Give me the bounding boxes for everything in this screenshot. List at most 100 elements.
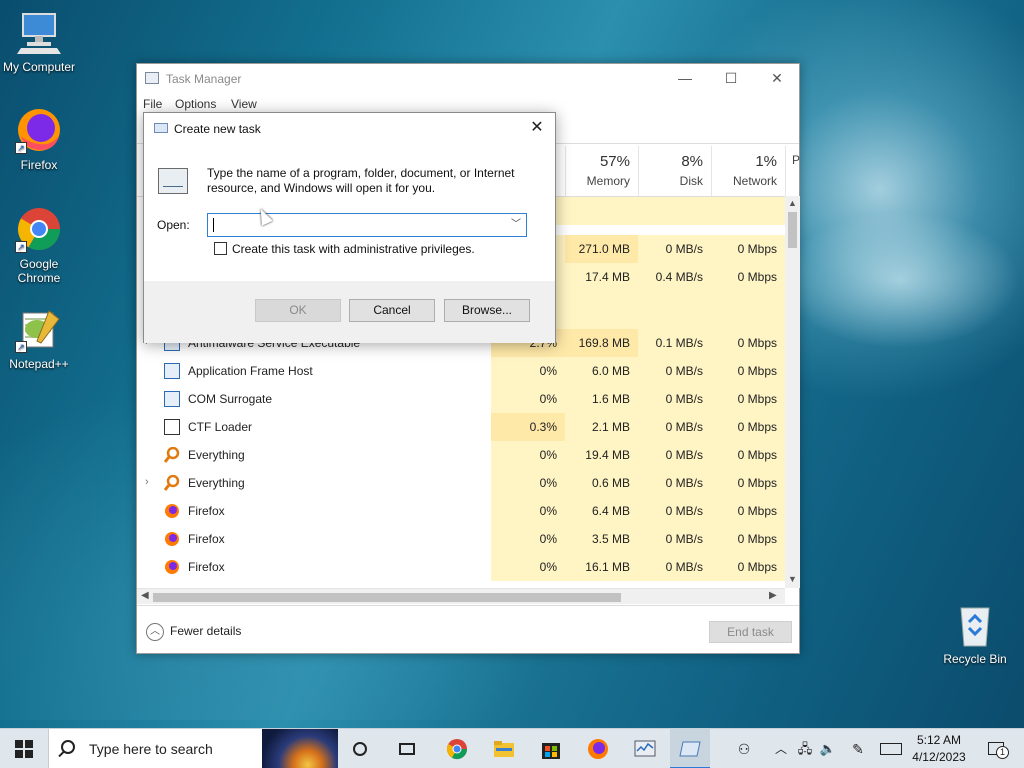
desktop-icon-label: Notepad++ xyxy=(9,357,69,371)
column-header-network[interactable]: 1% Network xyxy=(711,146,785,196)
table-row[interactable]: Firefox 0% 3.5 MB 0 MB/s 0 Mbps xyxy=(137,525,785,553)
cell-network: 0 Mbps xyxy=(711,263,785,291)
network-label: Network xyxy=(732,174,777,188)
menu-options[interactable]: Options xyxy=(175,97,216,111)
close-button[interactable]: ✕ xyxy=(754,64,800,94)
taskbar-firefox[interactable] xyxy=(578,729,618,768)
ok-button[interactable]: OK xyxy=(255,299,341,322)
browse-button[interactable]: Browse... xyxy=(444,299,530,322)
dialog-titlebar[interactable]: Create new task ✕ xyxy=(144,113,555,145)
desktop-icon-chrome[interactable]: ↗ Google Chrome xyxy=(0,205,78,285)
horizontal-scrollbar[interactable]: ◀ ▶ xyxy=(137,588,785,604)
menu-view[interactable]: View xyxy=(231,97,257,111)
cell-network: 0 Mbps xyxy=(711,357,785,385)
clock[interactable]: 5:12 AM 4/12/2023 xyxy=(908,732,970,766)
cell-memory: 19.4 MB xyxy=(565,441,638,469)
scroll-left-icon[interactable]: ◀ xyxy=(141,590,149,601)
column-header-memory[interactable]: 57% Memory xyxy=(565,146,638,196)
checkbox-box[interactable] xyxy=(214,242,227,255)
fewer-details-button[interactable]: ︿ Fewer details xyxy=(146,623,241,641)
task-view-icon xyxy=(399,742,415,755)
tray-overflow-button[interactable]: ︿ xyxy=(770,729,792,768)
scroll-down-icon[interactable]: ▼ xyxy=(788,574,797,584)
keyboard-tray-icon[interactable] xyxy=(876,729,906,768)
cell-cpu: 0% xyxy=(491,525,565,553)
disk-label: Disk xyxy=(679,174,703,188)
taskbar-chrome[interactable] xyxy=(437,729,477,768)
task-manager-titlebar[interactable]: Task Manager — ☐ ✕ xyxy=(137,64,799,94)
table-row[interactable]: COM Surrogate 0% 1.6 MB 0 MB/s 0 Mbps xyxy=(137,385,785,413)
taskbar-file-explorer[interactable] xyxy=(484,729,524,768)
taskbar-task-manager[interactable] xyxy=(625,729,665,768)
pen-tray-icon[interactable]: ✎ xyxy=(846,729,870,768)
memory-label: Memory xyxy=(586,174,630,188)
column-header-power[interactable]: P xyxy=(785,146,801,196)
cortana-button[interactable] xyxy=(340,729,380,768)
people-button[interactable]: ⚇ xyxy=(728,729,760,768)
clock-date: 4/12/2023 xyxy=(912,750,966,764)
chevron-right-icon[interactable]: › xyxy=(145,476,149,488)
process-window-icon xyxy=(164,391,180,407)
run-icon xyxy=(154,123,168,133)
text-caret xyxy=(213,218,214,232)
process-name: Firefox xyxy=(188,504,225,518)
desktop-icon-firefox[interactable]: ↗ Firefox xyxy=(0,106,78,172)
network-tray-icon[interactable]: 🖧 xyxy=(794,729,816,768)
cell-disk: 0 MB/s xyxy=(638,357,711,385)
scroll-up-icon[interactable]: ▲ xyxy=(788,198,797,208)
cell-network: 0 Mbps xyxy=(711,441,785,469)
column-header-disk[interactable]: 8% Disk xyxy=(638,146,711,196)
scroll-right-icon[interactable]: ▶ xyxy=(769,590,777,601)
cell-cpu: 0% xyxy=(491,441,565,469)
memory-percent: 57% xyxy=(599,153,630,170)
desktop-icon-notepadpp[interactable]: ↗ Notepad++ xyxy=(0,305,78,371)
desktop-icon-label: Firefox xyxy=(20,158,58,172)
start-button[interactable] xyxy=(4,729,44,768)
store-icon xyxy=(542,743,560,759)
end-task-button[interactable]: End task xyxy=(709,621,792,643)
cortana-circle-icon xyxy=(353,741,367,756)
maximize-button[interactable]: ☐ xyxy=(708,64,754,94)
notepadpp-icon: ↗ xyxy=(15,305,63,353)
taskbar-search-box[interactable]: Type here to search xyxy=(48,729,338,768)
table-row[interactable]: Everything 0% 19.4 MB 0 MB/s 0 Mbps xyxy=(137,441,785,469)
cell-memory: 0.6 MB xyxy=(565,469,638,497)
table-row[interactable]: Application Frame Host 0% 6.0 MB 0 MB/s … xyxy=(137,357,785,385)
task-view-button[interactable] xyxy=(387,729,427,768)
admin-privileges-checkbox[interactable]: Create this task with administrative pri… xyxy=(214,242,475,256)
minimize-button[interactable]: — xyxy=(662,64,708,94)
task-manager-footer: ︿ Fewer details End task xyxy=(137,605,799,655)
vertical-scrollbar[interactable]: ▲ ▼ xyxy=(785,196,800,588)
table-row[interactable]: › Everything 0% 0.6 MB 0 MB/s 0 Mbps xyxy=(137,469,785,497)
open-combobox[interactable]: ﹀ xyxy=(207,213,527,237)
taskbar-store[interactable] xyxy=(531,729,571,768)
desktop-icon-my-computer[interactable]: My Computer xyxy=(0,8,78,74)
table-row[interactable]: Firefox 0% 16.1 MB 0 MB/s 0 Mbps xyxy=(137,553,785,581)
admin-checkbox-label: Create this task with administrative pri… xyxy=(232,242,475,256)
run-icon xyxy=(679,741,701,757)
firefox-icon xyxy=(164,503,180,519)
volume-tray-icon[interactable]: 🔈 xyxy=(817,729,839,768)
chrome-icon: ↗ xyxy=(15,205,63,253)
menu-file[interactable]: File xyxy=(143,97,162,111)
table-row[interactable]: CTF Loader 0.3% 2.1 MB 0 MB/s 0 Mbps xyxy=(137,413,785,441)
cell-disk: 0 MB/s xyxy=(638,469,711,497)
firefox-icon xyxy=(164,559,180,575)
cell-memory: 6.0 MB xyxy=(565,357,638,385)
process-name: Firefox xyxy=(188,532,225,546)
action-center-button[interactable]: 1 xyxy=(978,729,1014,768)
close-icon[interactable]: ✕ xyxy=(527,118,547,138)
search-highlight-image xyxy=(262,729,338,768)
chevron-down-icon[interactable]: ﹀ xyxy=(508,216,524,234)
speaker-icon: 🔈 xyxy=(819,741,837,756)
dialog-button-bar: OK Cancel Browse... xyxy=(144,281,555,343)
search-placeholder: Type here to search xyxy=(89,741,213,757)
cancel-button[interactable]: Cancel xyxy=(349,299,435,322)
desktop-icon-recycle-bin[interactable]: Recycle Bin xyxy=(936,600,1014,666)
scroll-thumb[interactable] xyxy=(153,593,621,602)
process-name: CTF Loader xyxy=(188,420,253,434)
taskbar-run-dialog[interactable] xyxy=(670,729,710,768)
scroll-thumb[interactable] xyxy=(788,212,797,248)
table-row[interactable]: Firefox 0% 6.4 MB 0 MB/s 0 Mbps xyxy=(137,497,785,525)
cell-memory: 1.6 MB xyxy=(565,385,638,413)
